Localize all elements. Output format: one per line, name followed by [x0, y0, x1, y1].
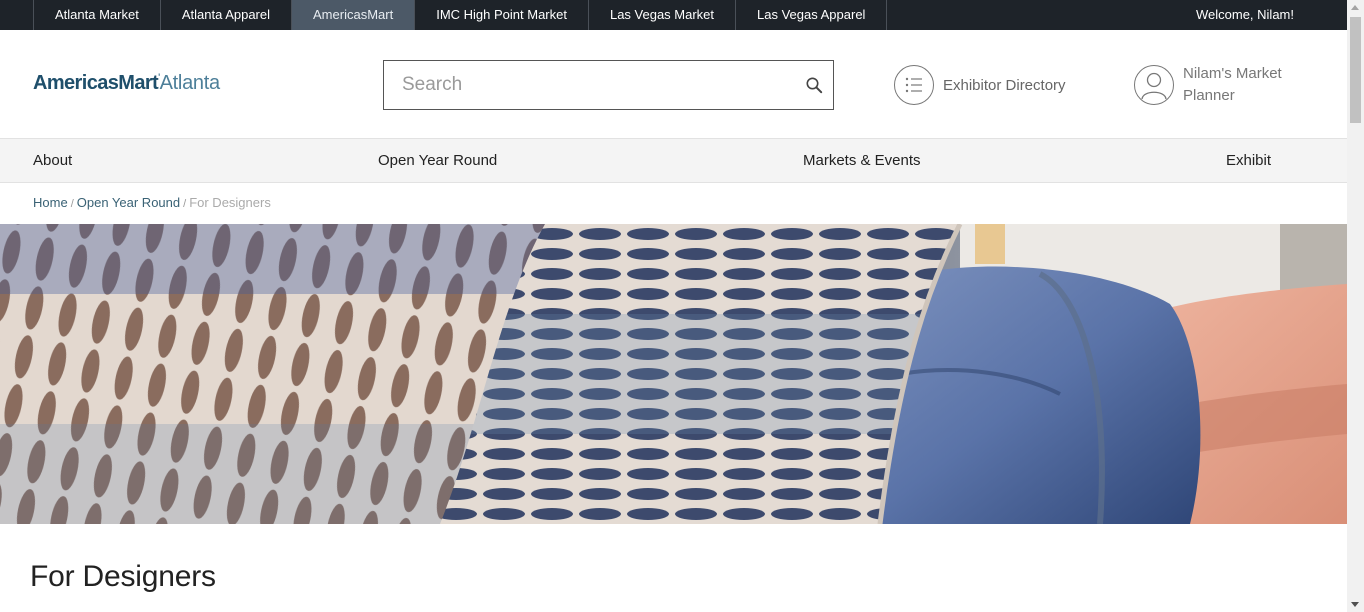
logo-text-americasmart: AmericasMart — [33, 72, 159, 94]
market-link-atlanta-market[interactable]: Atlanta Market — [34, 0, 161, 30]
breadcrumb-home[interactable]: Home — [33, 195, 68, 210]
vertical-scrollbar[interactable] — [1347, 0, 1364, 612]
top-bar: Atlanta Market Atlanta Apparel AmericasM… — [0, 0, 1347, 30]
hero-image — [0, 224, 1347, 524]
breadcrumb-current: For Designers — [189, 195, 271, 210]
breadcrumb: Home / Open Year Round / For Designers — [33, 195, 271, 210]
market-link-americasmart[interactable]: AmericasMart — [292, 0, 416, 30]
scrollbar-thumb[interactable] — [1350, 17, 1361, 123]
site-header: AmericasMart'Atlanta Exhibitor Dire — [0, 30, 1347, 139]
list-icon — [894, 65, 934, 105]
search-input[interactable] — [384, 61, 784, 109]
search-icon[interactable] — [805, 76, 823, 94]
search-box — [383, 60, 834, 110]
breadcrumb-separator: / — [183, 198, 187, 210]
page-title: For Designers — [30, 560, 216, 593]
logo-text-atlanta: Atlanta — [159, 72, 220, 94]
main-nav: About Open Year Round Markets & Events E… — [0, 139, 1347, 183]
nav-item-markets-events[interactable]: Markets & Events — [803, 139, 921, 183]
exhibitor-directory-link[interactable]: Exhibitor Directory — [894, 64, 1066, 106]
hero-pillows-illustration — [0, 224, 1347, 524]
breadcrumb-open-year-round[interactable]: Open Year Round — [77, 195, 180, 210]
nav-item-open-year-round[interactable]: Open Year Round — [378, 139, 497, 183]
page: Atlanta Market Atlanta Apparel AmericasM… — [0, 0, 1347, 612]
market-link-imc-high-point[interactable]: IMC High Point Market — [415, 0, 589, 30]
breadcrumb-separator: / — [70, 198, 74, 210]
nav-item-exhibit[interactable]: Exhibit — [1226, 139, 1271, 183]
nav-item-about[interactable]: About — [33, 139, 72, 183]
exhibitor-directory-label: Exhibitor Directory — [943, 76, 1066, 94]
welcome-message[interactable]: Welcome, Nilam! — [1196, 0, 1294, 30]
market-planner-label: Nilam's Market Planner — [1183, 65, 1282, 104]
market-links: Atlanta Market Atlanta Apparel AmericasM… — [33, 0, 888, 30]
market-link-las-vegas-apparel[interactable]: Las Vegas Apparel — [736, 0, 888, 30]
market-link-atlanta-apparel[interactable]: Atlanta Apparel — [161, 0, 293, 30]
user-icon — [1134, 65, 1174, 105]
site-logo[interactable]: AmericasMart'Atlanta — [33, 72, 220, 95]
market-planner-link[interactable]: Nilam's Market Planner — [1134, 63, 1313, 107]
market-link-las-vegas-market[interactable]: Las Vegas Market — [589, 0, 737, 30]
scroll-down-arrow-icon[interactable] — [1351, 602, 1359, 607]
scroll-up-arrow-icon[interactable] — [1351, 5, 1359, 10]
